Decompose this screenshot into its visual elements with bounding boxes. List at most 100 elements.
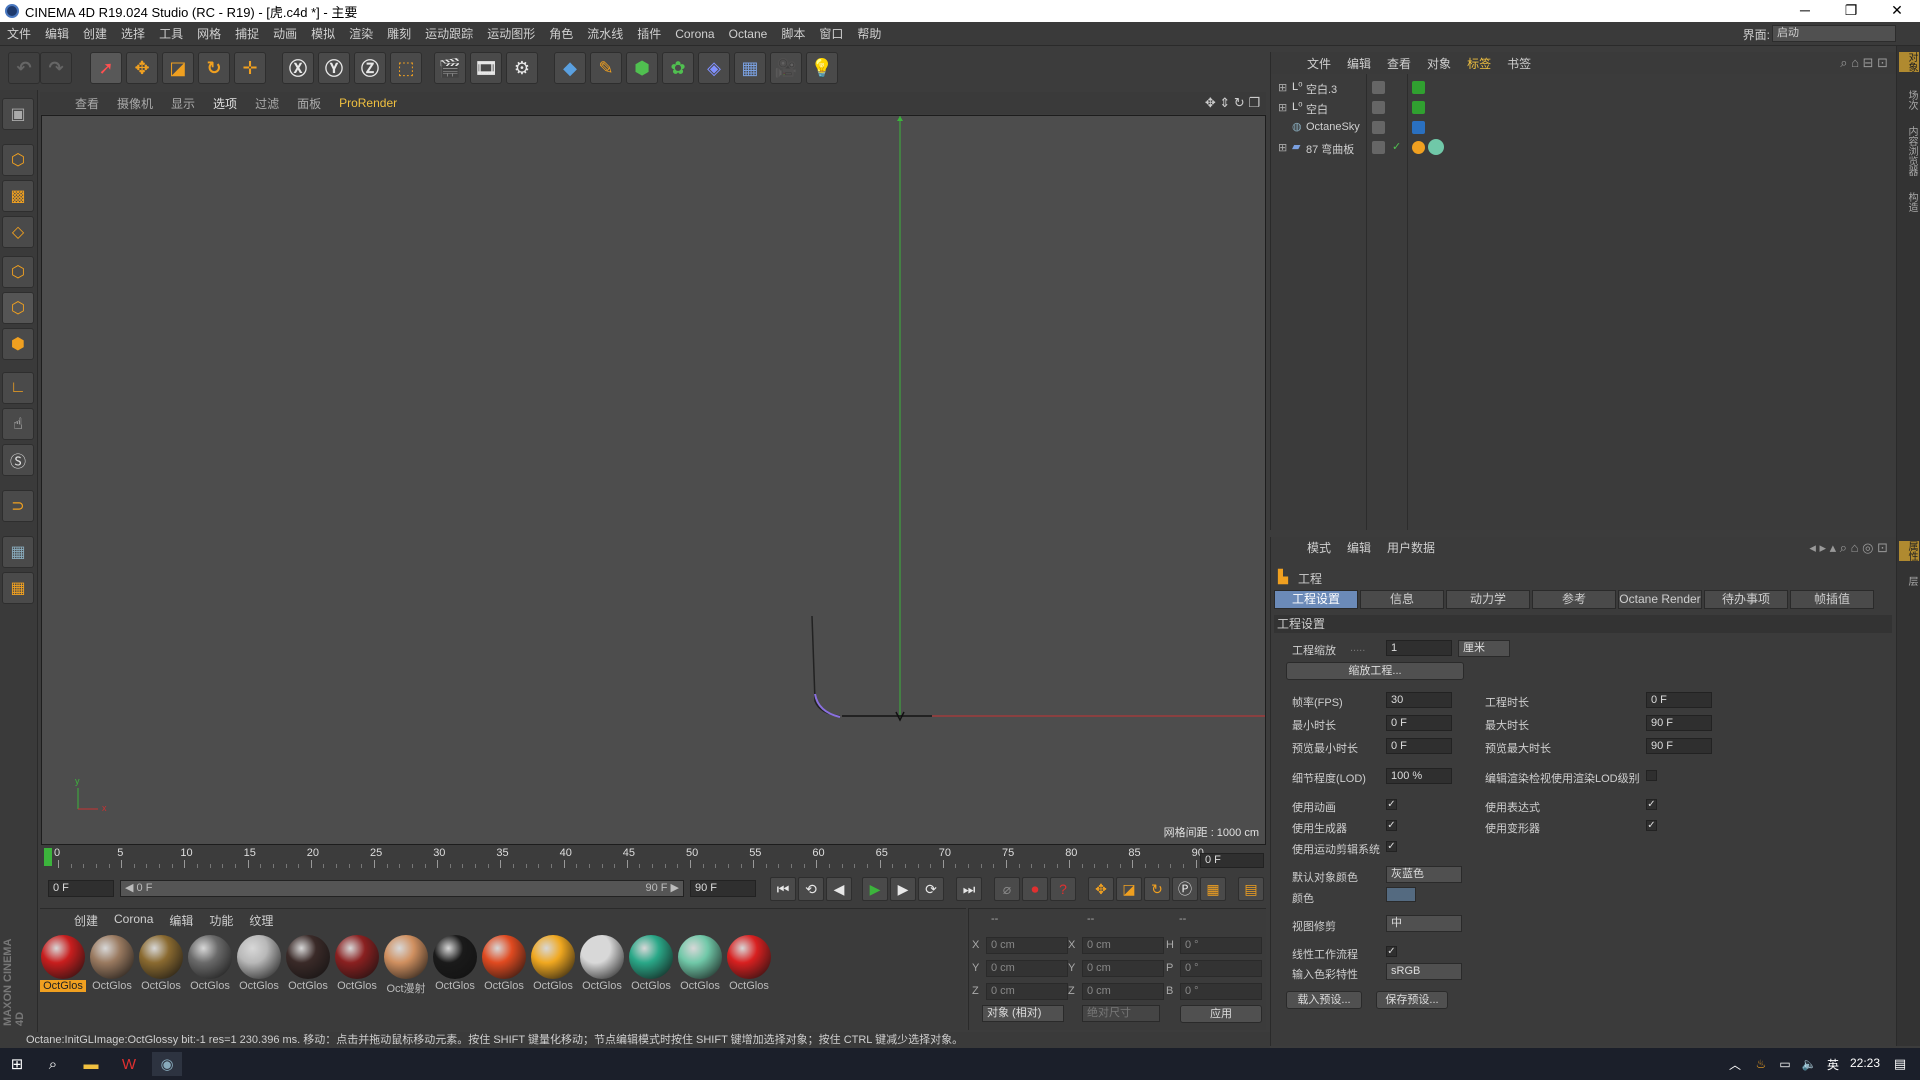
deformer-icon[interactable]: ◈ [698,52,730,84]
object-name[interactable]: 87 弯曲板 [1306,141,1354,157]
material-swatch[interactable]: OctGlos [89,935,135,995]
material-swatch[interactable]: OctGlos [628,935,674,995]
viewport-menu-view[interactable]: 查看 [66,95,108,112]
visibility-icon[interactable] [1372,101,1385,114]
snap-magnet-icon[interactable]: ⊃ [2,490,34,522]
min-time-field[interactable]: 0 F [1386,715,1452,731]
menu-animate[interactable]: 动画 [266,25,304,42]
texture-mode-icon[interactable]: ▩ [2,180,34,212]
material-swatch[interactable]: OctGlos [138,935,184,995]
om-menu-file[interactable]: 文件 [1299,55,1339,72]
material-tag-icon[interactable] [1428,139,1444,155]
material-swatch[interactable]: OctGlos [677,935,723,995]
save-preset-button[interactable]: 保存预设... [1376,991,1448,1009]
tab-dynamics[interactable]: 动力学 [1446,590,1530,609]
coord-value-field[interactable]: 0 cm [1082,983,1164,1000]
camera-icon[interactable]: 🎥 [770,52,802,84]
om-menu-view[interactable]: 查看 [1379,55,1419,72]
close-button[interactable]: ✕ [1874,0,1920,22]
menu-simulate[interactable]: 模拟 [304,25,342,42]
visibility-icon[interactable] [1372,81,1385,94]
menu-mesh[interactable]: 网格 [190,25,228,42]
record-active-icon[interactable]: ⏺ [1022,877,1048,901]
object-row[interactable]: ⊞ ▰ 87 弯曲板 ✓ [1272,139,1894,157]
key-parameter-icon[interactable]: Ⓟ [1172,877,1198,901]
fps-field[interactable]: 30 [1386,692,1452,708]
menu-select[interactable]: 选择 [114,25,152,42]
render-settings-icon[interactable]: ⚙ [506,52,538,84]
axis-mode-icon[interactable]: ∟ [2,372,34,404]
tab-frame-interpolation[interactable]: 帧插值 [1790,590,1874,609]
layout-select[interactable]: 启动 [1772,25,1896,42]
material-swatch[interactable]: OctGlos [236,935,282,995]
linear-workflow-checkbox[interactable]: ✓ [1386,946,1397,957]
color-swatch[interactable] [1386,887,1416,902]
search-icon[interactable]: ⌕ [38,1052,68,1076]
expand-icon[interactable]: ⊞ [1278,81,1287,94]
object-row[interactable]: ⊞ L⁰ 空白 [1272,99,1894,117]
project-time-field[interactable]: 0 F [1646,692,1712,708]
default-color-select[interactable]: 灰蓝色 [1386,866,1462,883]
polygons-mode-icon[interactable]: ⬢ [2,328,34,360]
timeline-playhead[interactable] [44,848,52,866]
material-swatch[interactable]: OctGlos [579,935,625,995]
file-explorer-icon[interactable]: ▬ [76,1052,106,1076]
key-pla-icon[interactable]: ▦ [1200,877,1226,901]
start-frame-field[interactable]: 0 F [48,880,114,897]
edges-mode-icon[interactable]: ⬡ [2,292,34,324]
use-expressions-checkbox[interactable]: ✓ [1646,799,1657,810]
expand-icon[interactable]: ⊞ [1278,141,1287,154]
side-tab-structure[interactable]: 构造 [1899,192,1919,212]
visibility-icon[interactable] [1372,121,1385,134]
material-swatch[interactable]: OctGlos [40,935,86,995]
coord-mode-select[interactable]: 对象 (相对) [982,1005,1064,1022]
material-menu-create[interactable]: 创建 [66,912,106,929]
floor-icon[interactable]: ▦ [734,52,766,84]
planar-workplane-icon[interactable]: ▦ [2,572,34,604]
material-menu-function[interactable]: 功能 [201,912,241,929]
load-preset-button[interactable]: 载入预设... [1286,991,1362,1009]
pen-spline-icon[interactable]: ✎ [590,52,622,84]
om-menu-edit[interactable]: 编辑 [1339,55,1379,72]
cube-icon[interactable]: ◆ [554,52,586,84]
use-generators-checkbox[interactable]: ✓ [1386,820,1397,831]
workplane-lock-icon[interactable]: ▦ [2,536,34,568]
current-frame-field[interactable]: 0 F [1200,853,1264,868]
menu-help[interactable]: 帮助 [850,25,888,42]
z-axis-lock-icon[interactable]: Ⓩ [354,52,386,84]
windows-start-icon[interactable]: ⊞ [2,1052,32,1076]
material-swatch[interactable]: OctGlos [334,935,380,995]
expand-icon[interactable]: ⊞ [1278,101,1287,114]
rotate-tool-icon[interactable]: ↻ [198,52,230,84]
menu-window[interactable]: 窗口 [812,25,850,42]
play-icon[interactable]: ▶ [862,877,888,901]
use-deformers-checkbox[interactable]: ✓ [1646,820,1657,831]
material-swatch[interactable]: OctGlos [726,935,772,995]
coord-size-mode-select[interactable]: 绝对尺寸 [1082,1005,1160,1022]
use-animation-checkbox[interactable]: ✓ [1386,799,1397,810]
previous-key-icon[interactable]: ⟲ [798,877,824,901]
previous-frame-icon[interactable]: ◀ [826,877,852,901]
live-selection-icon[interactable]: ✛ [234,52,266,84]
maximize-button[interactable]: ❐ [1828,0,1874,22]
menu-create[interactable]: 创建 [76,25,114,42]
material-menu-edit[interactable]: 编辑 [161,912,201,929]
coord-value-field[interactable]: 0 ° [1180,937,1262,954]
side-tab-takes[interactable]: 场次 [1899,90,1919,110]
coord-value-field[interactable]: 0 ° [1180,960,1262,977]
tab-reference[interactable]: 参考 [1532,590,1616,609]
lod-field[interactable]: 100 % [1386,768,1452,784]
subdivision-icon[interactable]: ⬢ [626,52,658,84]
autokey-icon[interactable]: ? [1050,877,1076,901]
go-to-start-icon[interactable]: ⏮ [770,877,796,901]
coord-value-field[interactable]: 0 cm [986,937,1068,954]
render-picture-viewer-icon[interactable]: 🎞 [470,52,502,84]
coord-value-field[interactable]: 0 cm [1082,937,1164,954]
solo-mode-icon[interactable]: Ⓢ [2,444,34,476]
material-menu-corona[interactable]: Corona [106,912,161,929]
view-clipping-select[interactable]: 中 [1386,915,1462,932]
tag-icon[interactable] [1412,81,1425,94]
mograph-cloner-icon[interactable]: ✿ [662,52,694,84]
object-name[interactable]: 空白.3 [1306,81,1337,97]
am-menu-user-data[interactable]: 用户数据 [1379,539,1443,556]
